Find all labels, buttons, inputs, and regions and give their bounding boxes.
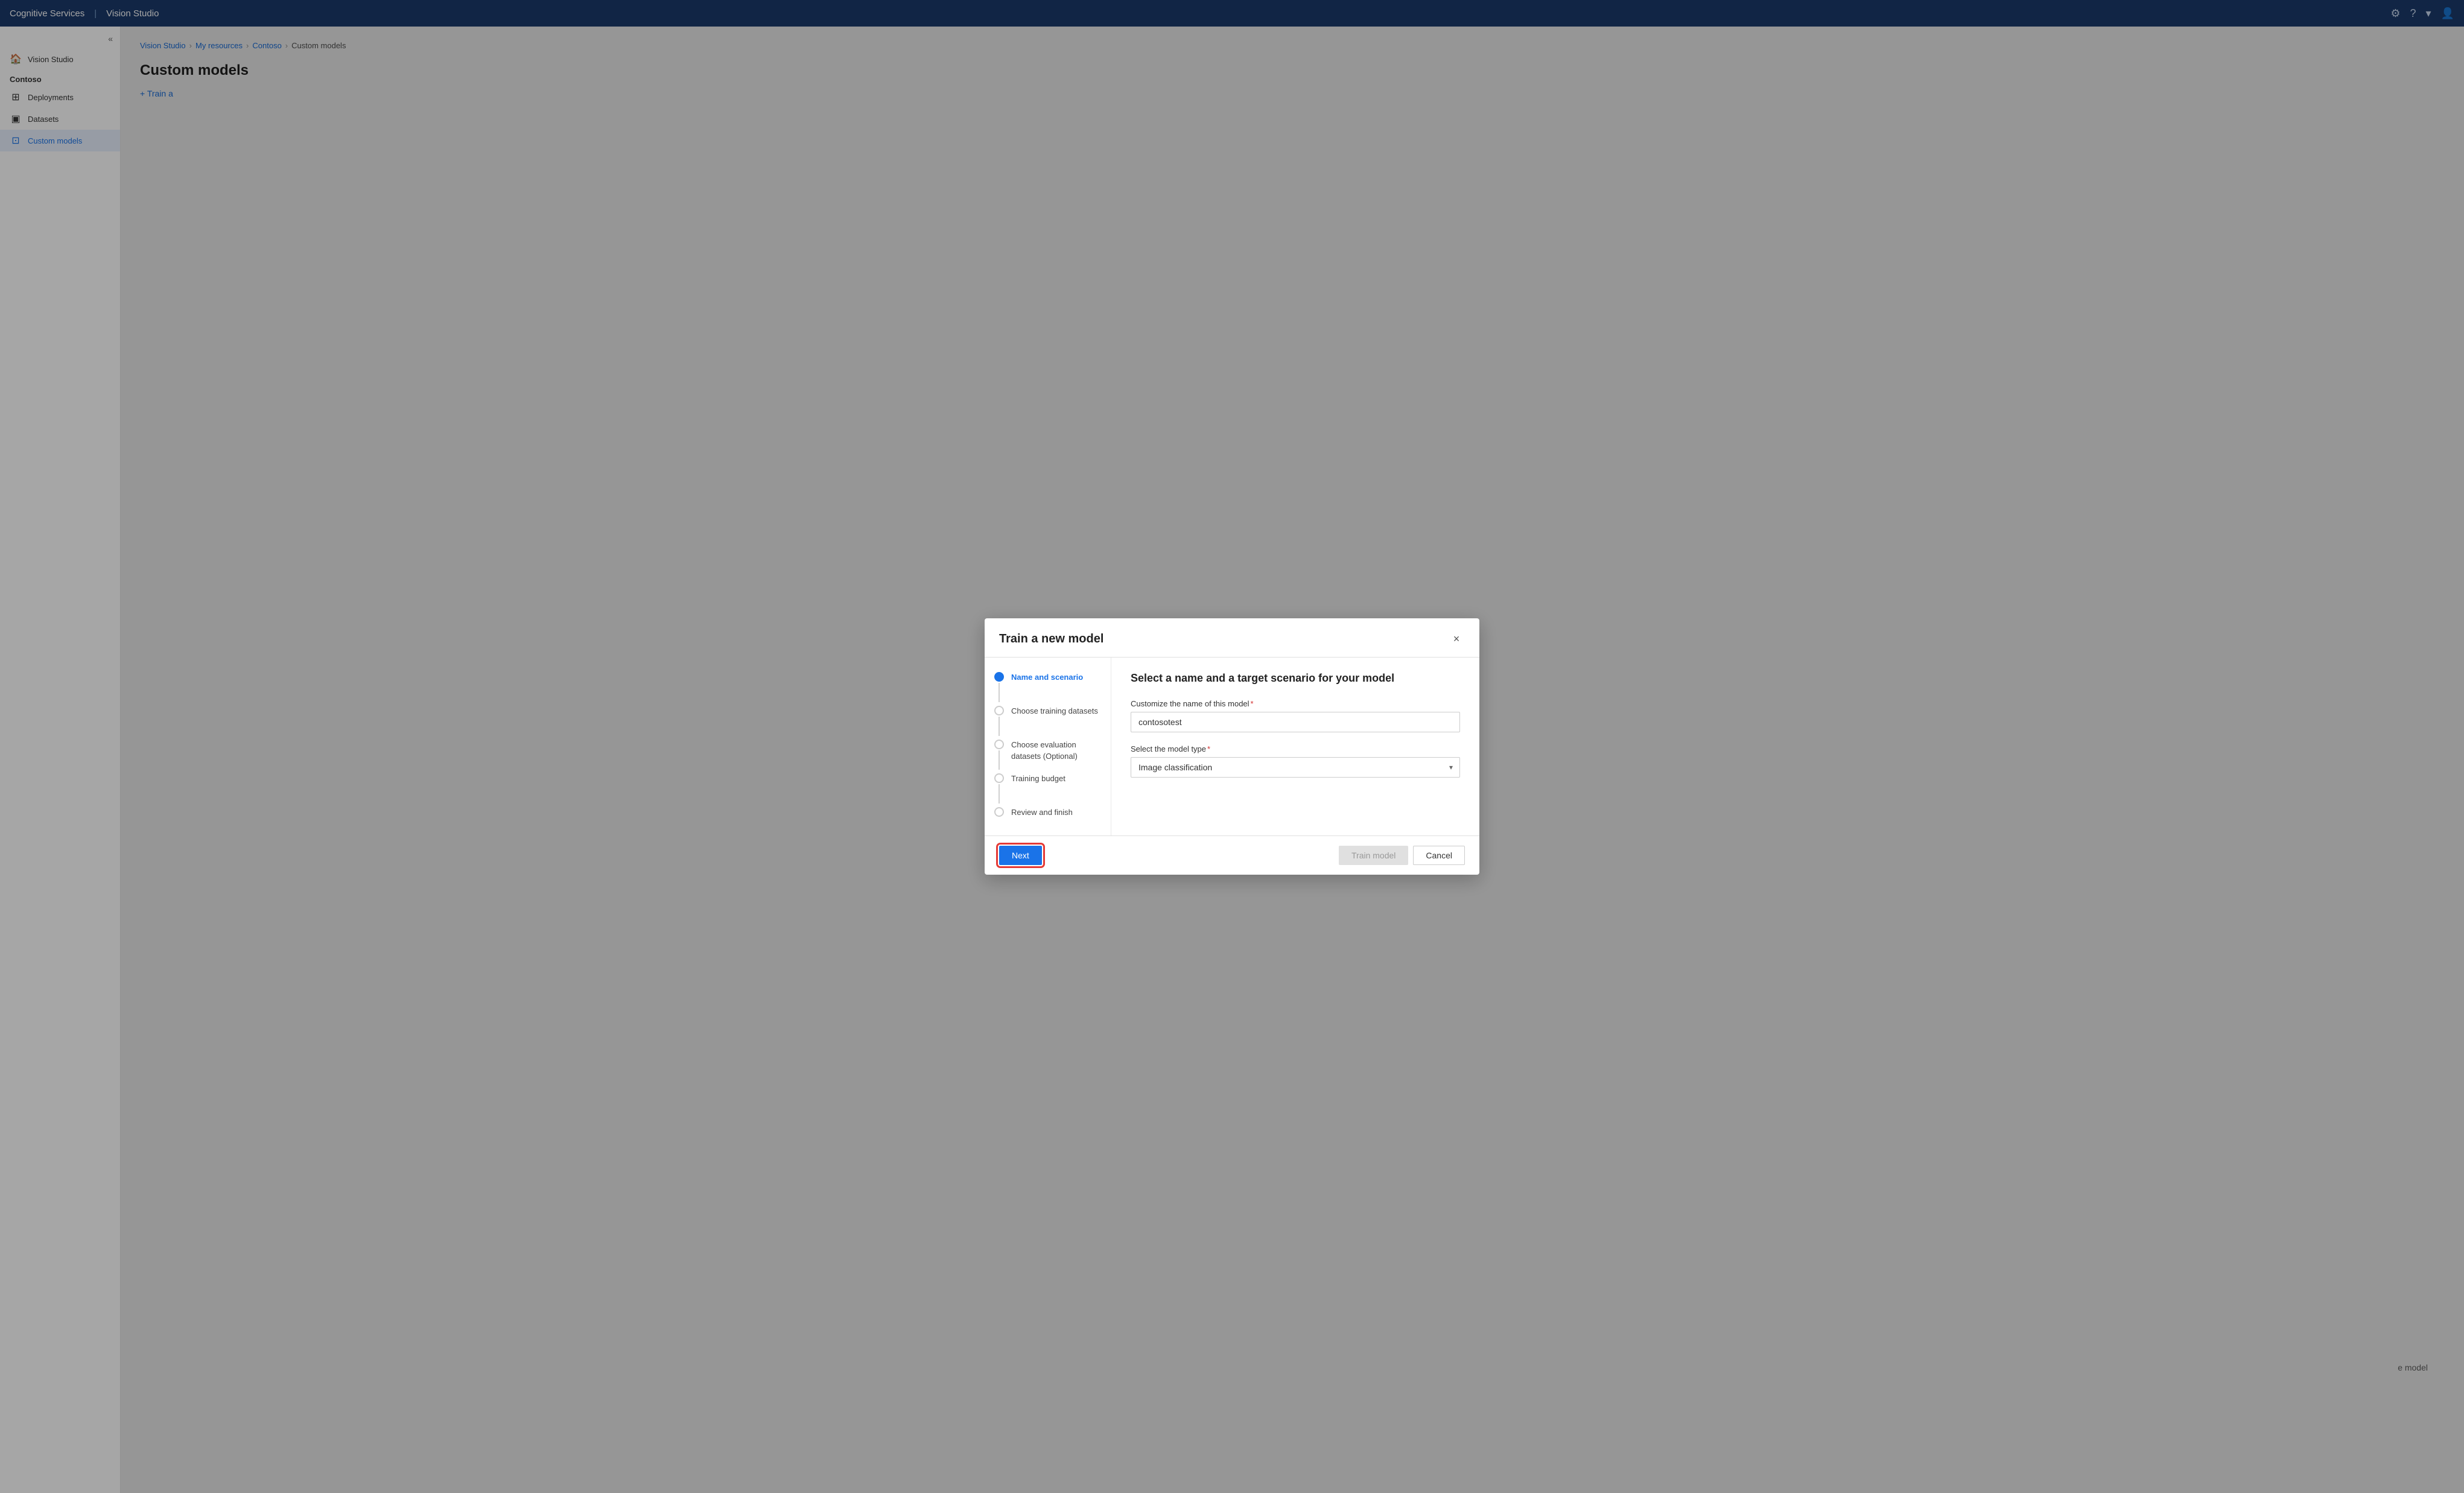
wizard-main-content: Select a name and a target scenario for … [1111, 658, 1479, 835]
close-button[interactable]: × [1448, 630, 1465, 647]
step-1-dot [994, 672, 1004, 682]
modal-body: Name and scenario Choose training datase… [985, 658, 1479, 835]
model-name-input[interactable] [1131, 712, 1460, 732]
wizard-step-2: Choose training datasets [994, 706, 1101, 737]
model-type-label: Select the model type* [1131, 744, 1460, 753]
step-4-label[interactable]: Training budget [1011, 773, 1065, 784]
wizard-step-3: Choose evaluation datasets (Optional) [994, 740, 1101, 771]
step-review-finish: Review and finish [994, 807, 1101, 818]
step-2-label[interactable]: Choose training datasets [1011, 706, 1098, 717]
footer-left: Next [999, 846, 1042, 865]
step-eval-datasets: Choose evaluation datasets (Optional) [994, 740, 1101, 771]
step-5-label[interactable]: Review and finish [1011, 807, 1073, 818]
step-1-indicator [994, 672, 1004, 703]
modal-footer: Next Train model Cancel [985, 835, 1479, 875]
wizard-steps-panel: Name and scenario Choose training datase… [985, 658, 1111, 835]
train-model-modal: Train a new model × Name and scenario [985, 618, 1479, 874]
step-2-dot [994, 706, 1004, 715]
step-3-indicator [994, 740, 1004, 771]
step-name-scenario: Name and scenario [994, 672, 1101, 703]
modal-overlay: Train a new model × Name and scenario [0, 0, 2464, 1493]
step-5-indicator [994, 807, 1004, 817]
step-4-indicator [994, 773, 1004, 805]
model-name-group: Customize the name of this model* [1131, 699, 1460, 732]
model-name-label: Customize the name of this model* [1131, 699, 1460, 708]
step-4-line [999, 784, 1000, 804]
model-type-select-wrapper: Image classification Object detection ▾ [1131, 757, 1460, 778]
model-type-select[interactable]: Image classification Object detection [1131, 757, 1460, 778]
step-2-indicator [994, 706, 1004, 737]
step-2-line [999, 717, 1000, 736]
step-3-line [999, 750, 1000, 770]
name-required-star: * [1251, 699, 1254, 708]
train-model-button: Train model [1339, 846, 1408, 865]
wizard-content-title: Select a name and a target scenario for … [1131, 672, 1460, 685]
model-type-group: Select the model type* Image classificat… [1131, 744, 1460, 778]
step-training-budget: Training budget [994, 773, 1101, 805]
wizard-step-4: Training budget [994, 773, 1101, 805]
step-1-label[interactable]: Name and scenario [1011, 672, 1083, 683]
footer-right: Train model Cancel [1339, 846, 1465, 865]
wizard-step-1: Name and scenario [994, 672, 1101, 703]
step-3-label[interactable]: Choose evaluation datasets (Optional) [1011, 740, 1101, 761]
modal-title: Train a new model [999, 632, 1103, 646]
step-5-dot [994, 807, 1004, 817]
step-4-dot [994, 773, 1004, 783]
next-button[interactable]: Next [999, 846, 1042, 865]
wizard-step-5: Review and finish [994, 807, 1101, 818]
modal-header: Train a new model × [985, 618, 1479, 658]
step-3-dot [994, 740, 1004, 749]
cancel-button[interactable]: Cancel [1413, 846, 1465, 865]
step-training-datasets: Choose training datasets [994, 706, 1101, 737]
step-1-line [999, 683, 1000, 702]
type-required-star: * [1207, 744, 1210, 753]
